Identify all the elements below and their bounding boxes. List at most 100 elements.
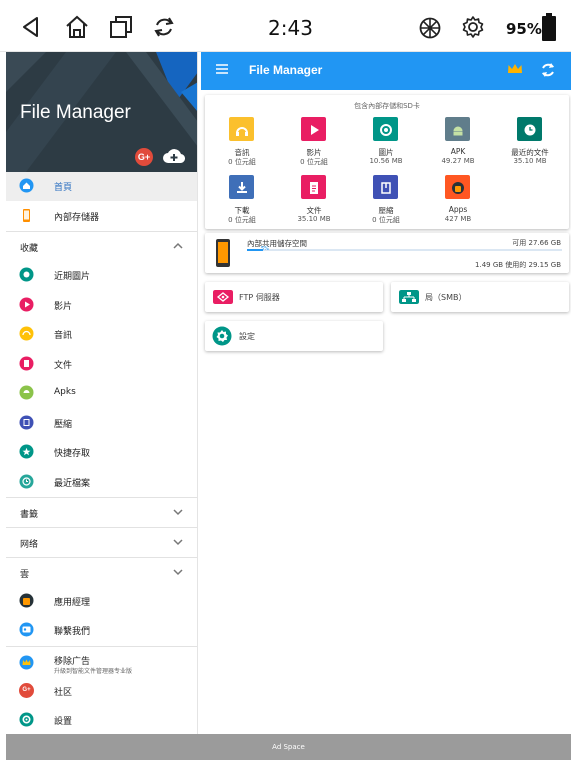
nav-item-favorite[interactable]: 最近檔案	[6, 468, 197, 497]
nav-item-label: 近期圖片	[54, 272, 91, 282]
categories-caption: 包含內部存儲和SD卡	[354, 102, 420, 110]
camera-icon	[19, 267, 34, 282]
section-label: 网络	[20, 540, 39, 550]
android-icon	[19, 385, 34, 400]
crown-icon[interactable]	[507, 63, 523, 75]
nav-item-label: 首頁	[54, 183, 73, 193]
recent-apps-icon[interactable]	[109, 15, 133, 39]
rotate-icon[interactable]	[152, 15, 176, 39]
settings-gear-icon[interactable]	[461, 15, 485, 39]
nav-item-label: 設置	[54, 717, 73, 727]
android-icon	[445, 117, 470, 141]
nav-item-favorite[interactable]: 影片	[6, 291, 197, 320]
apps-icon	[445, 175, 470, 199]
category-size: 10.56 MB	[369, 157, 403, 165]
ftp-server-button[interactable]: FTP 伺服器	[205, 282, 383, 312]
network-icon	[399, 290, 419, 304]
section-network[interactable]: 网络	[6, 528, 197, 557]
section-label: 收藏	[20, 244, 39, 254]
tile-glyph	[237, 182, 247, 193]
section-bookmarks[interactable]: 書籤	[6, 498, 197, 527]
ftp-icon	[213, 290, 233, 304]
storage-progress-bar	[247, 249, 562, 251]
archive-icon	[373, 175, 398, 199]
cloud-add-icon[interactable]	[163, 147, 185, 165]
nav-item-label: 壓縮	[54, 419, 73, 430]
clock-icon	[19, 474, 34, 488]
nav-item-label: 影片	[54, 301, 73, 312]
nav-item-label: 快捷存取	[54, 449, 91, 459]
nav-item-favorite[interactable]: 音訊	[6, 320, 197, 349]
nav-item-favorite[interactable]: Apks	[6, 379, 197, 408]
tile-glyph	[380, 124, 392, 136]
chevron-down-icon[interactable]	[172, 536, 184, 548]
nav-item-label: Apks	[54, 387, 76, 397]
tile-glyph	[524, 124, 536, 136]
category-size: 49.27 MB	[441, 157, 475, 165]
section-label: 書籤	[20, 510, 39, 520]
nav-item-label: 聯繫我們	[54, 627, 91, 637]
chevron-down-icon[interactable]	[172, 566, 184, 578]
home-icon	[19, 178, 34, 193]
category-size: 427 MB	[444, 215, 472, 223]
clock-icon	[517, 117, 542, 141]
nav-item-favorite[interactable]: 文件	[6, 350, 197, 379]
phone-icon	[23, 209, 30, 222]
refresh-icon[interactable]	[538, 60, 558, 80]
aperture-icon[interactable]	[419, 17, 441, 39]
category-name: APK	[450, 147, 466, 156]
google-plus-icon: G+	[19, 683, 34, 698]
category-name: Apps	[448, 205, 468, 214]
nav-item-community[interactable]: G+ 社区	[6, 677, 197, 706]
nav-item-label: 內部存儲器	[54, 213, 100, 223]
storage-card[interactable]: 內部共用儲存空間 可用 27.66 GB 5% 1.49 GB 使用的 29.1…	[205, 233, 569, 273]
chevron-up-icon[interactable]	[172, 240, 184, 252]
home-button-icon[interactable]	[64, 14, 90, 40]
tile-glyph	[452, 182, 464, 194]
nav-item-favorite[interactable]: 近期圖片	[6, 261, 197, 290]
section-label: 雲	[20, 570, 30, 580]
nav-item-app-manager[interactable]: 應用經理	[6, 587, 197, 616]
nav-item-label: 社区	[54, 688, 73, 698]
nav-item-sublabel: 升級到智能文件管理器专业版	[54, 668, 133, 675]
nav-item-label: 應用經理	[54, 598, 91, 608]
storage-title: 內部共用儲存空間	[247, 239, 307, 248]
nav-item-remove-ads[interactable]: 移除广告 升級到智能文件管理器专业版	[6, 647, 197, 677]
lan-smb-button[interactable]: 局（SMB）	[391, 282, 569, 312]
nav-item-favorite[interactable]: 壓縮	[6, 409, 197, 438]
category-size: 0 位元組	[228, 158, 256, 166]
chevron-down-icon[interactable]	[172, 506, 184, 518]
star-icon	[19, 444, 34, 459]
ad-banner[interactable]: Ad Space	[6, 734, 571, 760]
nav-item-settings[interactable]: 設置	[6, 706, 197, 734]
ftp-label: FTP 伺服器	[239, 293, 280, 302]
menu-icon[interactable]	[216, 64, 228, 74]
category-size: 0 位元組	[372, 216, 400, 224]
nav-item-favorite[interactable]: 快捷存取	[6, 438, 197, 467]
nav-item-label: 音訊	[54, 331, 73, 341]
nav-item-label: 最近檔案	[54, 478, 91, 489]
gear-icon	[19, 712, 34, 727]
settings-button[interactable]: 設定	[205, 321, 383, 351]
battery-percent: 95%	[506, 20, 542, 38]
back-icon[interactable]	[20, 16, 42, 38]
tile-glyph	[311, 125, 319, 135]
camera-icon	[373, 117, 398, 141]
nav-item-contact-us[interactable]: 聯繫我們	[6, 616, 197, 645]
section-cloud[interactable]: 雲	[6, 558, 197, 587]
nav-item-internal-storage[interactable]: 內部存儲器	[6, 202, 197, 231]
category-size: 35.10 MB	[513, 157, 547, 165]
section-favorites[interactable]: 收藏	[6, 232, 197, 261]
app-manager-icon	[19, 593, 34, 608]
headphones-icon	[229, 117, 254, 141]
app-bar-title: File Manager	[249, 63, 323, 77]
archive-icon	[19, 415, 34, 429]
tile-glyph	[310, 182, 318, 194]
tile-glyph	[236, 127, 248, 136]
drawer-title: File Manager	[20, 102, 131, 123]
google-plus-icon[interactable]: G+	[135, 148, 153, 166]
download-icon	[229, 175, 254, 199]
gear-icon	[212, 326, 232, 346]
nav-item-home[interactable]: 首頁	[6, 172, 197, 201]
phone-icon	[216, 239, 230, 267]
